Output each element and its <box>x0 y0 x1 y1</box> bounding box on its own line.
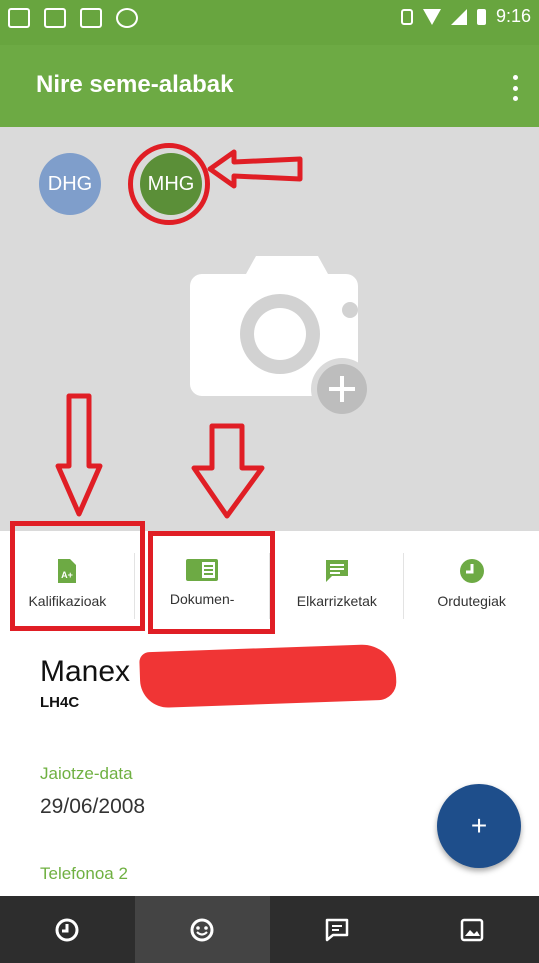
student-group: LH4C <box>40 694 80 711</box>
annotation-rectangle <box>10 521 145 631</box>
tab-label: Ordutegiak <box>437 593 506 609</box>
image-icon <box>80 8 102 28</box>
child-avatar-dhg[interactable]: DHG <box>39 153 101 215</box>
mail-icon <box>44 8 66 28</box>
signal-icon <box>450 8 467 25</box>
tab-ordutegiak[interactable]: Ordutegiak <box>404 531 539 636</box>
more-vert-icon[interactable] <box>505 75 525 101</box>
field-label: Jaiotze-data <box>40 764 133 783</box>
field-value: 29/06/2008 <box>40 795 146 818</box>
clock-icon <box>55 918 79 941</box>
field-label: Telefonoa 2 <box>40 864 128 883</box>
notification-icons <box>8 8 138 28</box>
redaction-scribble <box>139 643 397 709</box>
nav-gallery[interactable] <box>404 896 539 963</box>
system-icons: 9:16 <box>400 6 531 27</box>
add-button[interactable]: + <box>437 784 521 868</box>
annotation-arrow-left <box>207 149 303 189</box>
annotation-arrow-down <box>55 393 103 517</box>
bottom-navigation <box>0 896 539 963</box>
annotation-circle <box>128 143 210 225</box>
chat-icon <box>325 560 348 582</box>
image-icon <box>460 918 483 941</box>
whatsapp-icon <box>116 8 138 28</box>
vibrate-icon <box>400 8 413 25</box>
clock-time: 9:16 <box>495 6 531 26</box>
nav-children[interactable] <box>134 896 270 963</box>
tab-label: Elkarrizketak <box>296 593 377 609</box>
annotation-rectangle <box>148 531 275 634</box>
smiley-icon <box>190 918 214 941</box>
battery-icon <box>476 8 486 25</box>
camera-add-icon[interactable] <box>186 248 370 428</box>
mail-icon <box>8 8 30 28</box>
clock-icon <box>459 559 484 583</box>
annotation-arrow-down <box>191 423 265 519</box>
page-title: Nire seme-alabak <box>36 71 234 98</box>
student-name: Manex <box>40 655 131 688</box>
status-bar: 9:16 <box>0 0 539 45</box>
wifi-icon <box>422 8 441 25</box>
nav-history[interactable] <box>0 896 135 963</box>
nav-messages[interactable] <box>270 896 405 963</box>
tab-elkarrizketak[interactable]: Elkarrizketak <box>270 531 405 636</box>
app-bar: Nire seme-alabak <box>0 45 539 127</box>
message-icon <box>325 918 349 941</box>
